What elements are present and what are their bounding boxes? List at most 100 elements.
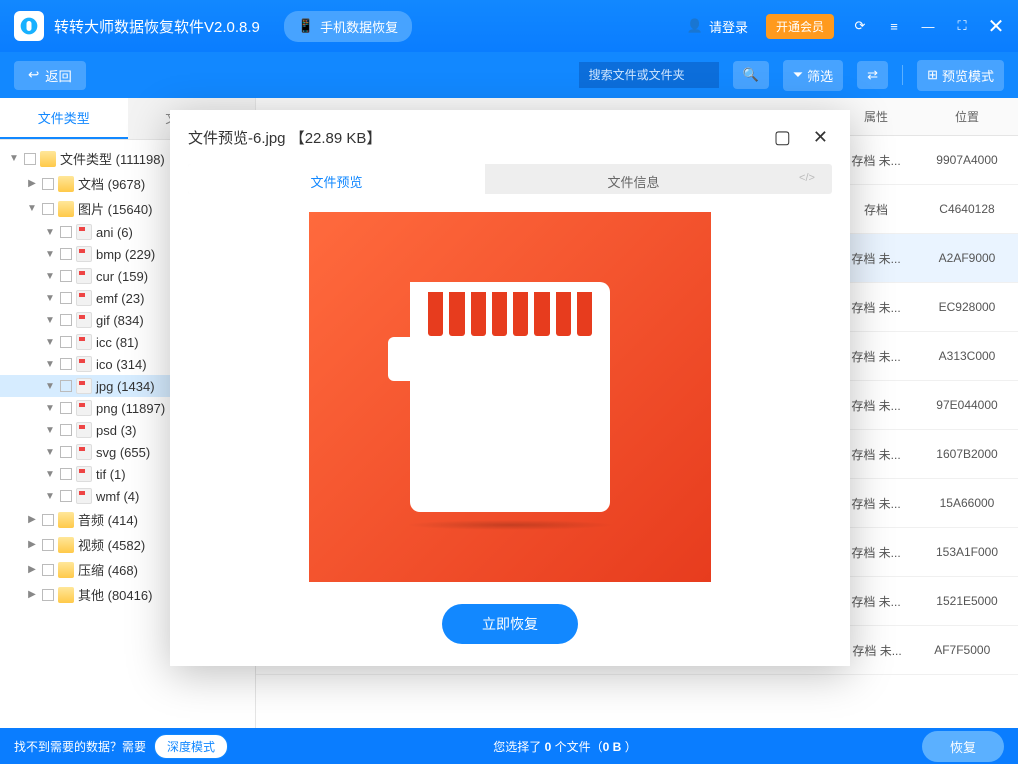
cell-pos: 1607B2000: [916, 447, 1018, 461]
menu-icon[interactable]: ≡: [886, 18, 902, 34]
minimize-icon[interactable]: —: [920, 18, 936, 34]
caret-icon[interactable]: ▶: [26, 178, 38, 189]
file-ext-icon: [76, 444, 92, 460]
tree-label: png (11897): [96, 401, 165, 416]
tab-file-type[interactable]: 文件类型: [0, 98, 128, 139]
checkbox[interactable]: [60, 336, 72, 348]
checkbox[interactable]: [60, 490, 72, 502]
search-button[interactable]: 🔍: [733, 61, 769, 89]
caret-icon[interactable]: ▼: [44, 381, 56, 392]
col-header-pos[interactable]: 位置: [916, 98, 1018, 135]
checkbox[interactable]: [60, 358, 72, 370]
checkbox[interactable]: [60, 446, 72, 458]
file-ext-icon: [76, 268, 92, 284]
caret-icon[interactable]: ▼: [44, 227, 56, 238]
file-ext-icon: [76, 290, 92, 306]
folder-icon: [58, 562, 74, 578]
modal-close-icon[interactable]: ✕: [809, 124, 832, 150]
login-button[interactable]: 👤 请登录: [687, 17, 748, 36]
checkbox[interactable]: [60, 380, 72, 392]
checkbox[interactable]: [42, 589, 54, 601]
search-input[interactable]: [579, 62, 719, 88]
checkbox[interactable]: [42, 539, 54, 551]
caret-icon[interactable]: ▼: [44, 403, 56, 414]
cell-pos: 97E044000: [916, 398, 1018, 412]
caret-icon[interactable]: ▼: [44, 315, 56, 326]
vip-button[interactable]: 开通会员: [766, 14, 834, 39]
checkbox[interactable]: [60, 248, 72, 260]
deep-mode-button[interactable]: 深度模式: [154, 734, 228, 759]
tab-preview[interactable]: 文件预览: [188, 164, 485, 194]
tree-label: 文档 (9678): [78, 174, 145, 193]
checkbox[interactable]: [60, 292, 72, 304]
caret-icon[interactable]: ▼: [44, 293, 56, 304]
caret-icon[interactable]: ▶: [26, 564, 38, 575]
checkbox[interactable]: [42, 564, 54, 576]
tree-label: ico (314): [96, 357, 147, 372]
tree-label: gif (834): [96, 313, 144, 328]
checkbox[interactable]: [42, 178, 54, 190]
checkbox[interactable]: [60, 314, 72, 326]
cell-pos: 9907A4000: [916, 153, 1018, 167]
caret-icon[interactable]: ▼: [44, 469, 56, 480]
checkbox[interactable]: [42, 514, 54, 526]
caret-icon[interactable]: ▶: [26, 514, 38, 525]
close-icon[interactable]: ✕: [988, 18, 1004, 34]
caret-icon[interactable]: ▶: [26, 589, 38, 600]
file-ext-icon: [76, 488, 92, 504]
restore-button[interactable]: 立即恢复: [442, 604, 578, 644]
preview-mode-button[interactable]: ⊞ 预览模式: [917, 60, 1004, 91]
caret-icon[interactable]: ▼: [8, 153, 20, 164]
modal-maximize-icon[interactable]: ▢: [770, 124, 795, 150]
phone-recover-button[interactable]: 📱 手机数据恢复: [284, 11, 412, 42]
file-ext-icon: [76, 246, 92, 262]
tree-label: emf (23): [96, 291, 144, 306]
cell-pos: AF7F5000: [915, 643, 1010, 657]
filter-button[interactable]: ⏷ 筛选: [783, 60, 843, 91]
caret-icon[interactable]: ▼: [44, 271, 56, 282]
tab-info[interactable]: 文件信息: [485, 164, 782, 194]
tree-label: cur (159): [96, 269, 148, 284]
status-question: 找不到需要的数据？需要: [14, 738, 146, 755]
folder-icon: [58, 512, 74, 528]
recover-button[interactable]: 恢复: [922, 731, 1004, 762]
checkbox[interactable]: [60, 468, 72, 480]
statusbar: 找不到需要的数据？需要 深度模式 您选择了 0 个文件（0 B ） 恢复: [0, 728, 1018, 764]
caret-icon[interactable]: ▼: [44, 447, 56, 458]
checkbox[interactable]: [24, 153, 36, 165]
caret-icon[interactable]: ▼: [26, 203, 38, 214]
tab-code[interactable]: </>: [782, 164, 832, 194]
caret-icon[interactable]: ▶: [26, 539, 38, 550]
titlebar: 转转大师数据恢复软件V2.0.8.9 📱 手机数据恢复 👤 请登录 开通会员 ⟳…: [0, 0, 1018, 52]
cell-prop: 存档 未...: [840, 642, 915, 659]
refresh-icon[interactable]: ⟳: [852, 18, 868, 34]
folder-icon: [58, 587, 74, 603]
tree-label: 文件类型 (111198): [60, 149, 165, 168]
folder-icon: [58, 176, 74, 192]
checkbox[interactable]: [60, 270, 72, 282]
checkbox[interactable]: [60, 424, 72, 436]
file-ext-icon: [76, 422, 92, 438]
tree-label: wmf (4): [96, 489, 139, 504]
toolbar: ↩ 返回 🔍 ⏷ 筛选 ⇄ ⊞ 预览模式: [0, 52, 1018, 98]
caret-icon[interactable]: ▼: [44, 491, 56, 502]
file-ext-icon: [76, 224, 92, 240]
back-button[interactable]: ↩ 返回: [14, 61, 86, 90]
file-ext-icon: [76, 334, 92, 350]
caret-icon[interactable]: ▼: [44, 425, 56, 436]
checkbox[interactable]: [42, 203, 54, 215]
file-ext-icon: [76, 356, 92, 372]
cell-pos: 15A66000: [916, 496, 1018, 510]
caret-icon[interactable]: ▼: [44, 337, 56, 348]
caret-icon[interactable]: ▼: [44, 249, 56, 260]
swap-button[interactable]: ⇄: [857, 61, 888, 89]
separator: [902, 65, 903, 85]
search-icon: 🔍: [743, 67, 759, 83]
checkbox[interactable]: [60, 402, 72, 414]
folder-icon: [40, 151, 56, 167]
cell-pos: A313C000: [916, 349, 1018, 363]
maximize-icon[interactable]: ⛶: [954, 18, 970, 34]
file-ext-icon: [76, 400, 92, 416]
checkbox[interactable]: [60, 226, 72, 238]
caret-icon[interactable]: ▼: [44, 359, 56, 370]
